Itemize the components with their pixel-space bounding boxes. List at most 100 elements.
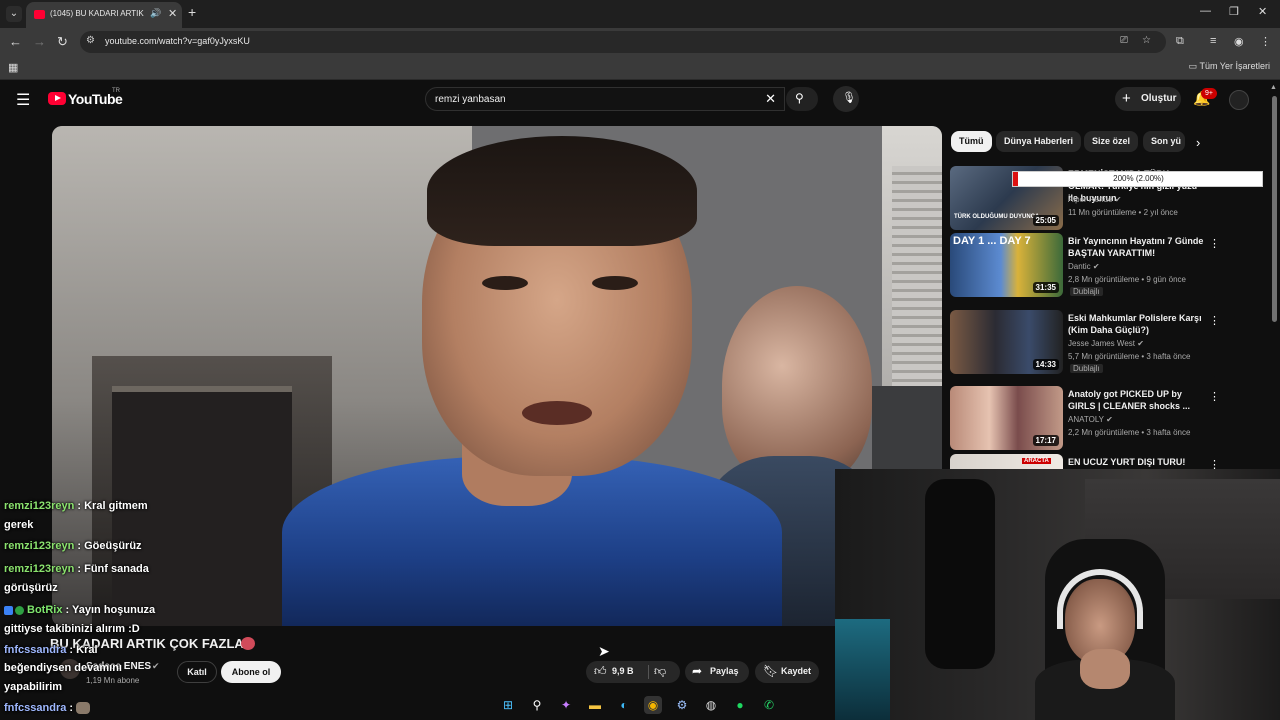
subscribe-button[interactable]: Abone ol — [221, 661, 281, 683]
share-button[interactable]: ➦ Paylaş — [685, 661, 749, 683]
all-bookmarks[interactable]: ▭ Tüm Yer İşaretleri — [1189, 61, 1270, 72]
thumbs-down-icon[interactable]: 👎︎ — [654, 664, 666, 679]
chat-message: remzi123reyn : Fünf sanada — [4, 563, 149, 575]
chat-username: remzi123reyn — [4, 500, 75, 512]
obs-icon[interactable]: ◍ — [702, 696, 720, 714]
recommendation-item[interactable]: 14:33 Eski Mahkumlar Polislere Karşı (Ki… — [950, 310, 1270, 376]
recommendation-channel[interactable]: Jesse James West ✔ — [1068, 339, 1144, 348]
hamburger-menu-icon[interactable]: ☰ — [16, 90, 30, 110]
recommendation-item[interactable]: 17:17 Anatoly got PICKED UP by GIRLS | C… — [950, 386, 1270, 452]
cast-icon[interactable]: ⎚ — [1120, 35, 1128, 46]
bookmark-star-icon[interactable]: ☆ — [1142, 35, 1151, 46]
video-player[interactable] — [52, 126, 942, 626]
address-bar[interactable]: ⚙ youtube.com/watch?v=gaf0yJyxsKU ⎚ ☆ — [80, 31, 1166, 53]
video-thumbnail[interactable]: 17:17 — [950, 386, 1063, 450]
spotify-icon[interactable]: ● — [731, 696, 749, 714]
tab-title: (1045) BU KADARI ARTIK ÇOK FAZLA! — [50, 9, 146, 18]
mouse-cursor-icon: ➤ — [598, 643, 610, 659]
restore-icon[interactable]: ❐ — [1229, 5, 1239, 18]
join-button[interactable]: Katıl — [177, 661, 217, 683]
voice-search-button[interactable]: 🎙 — [833, 86, 859, 112]
recommendation-item[interactable]: ARACTA EN UCUZ YURT DIŞI TURU! ⋮ — [950, 454, 1270, 470]
clear-search-icon[interactable]: ✕ — [765, 91, 776, 107]
chat-message-cont: beğendiysen devamını — [4, 662, 122, 674]
forward-icon[interactable]: → — [33, 34, 46, 49]
chat-username: BotRix — [27, 604, 63, 616]
taskbar-search-icon[interactable]: ⚲ — [528, 696, 546, 714]
chip-all[interactable]: Tümü — [951, 131, 992, 152]
search-input[interactable]: remzi yanbasan ✕ — [425, 87, 785, 111]
minimize-icon[interactable]: — — [1200, 5, 1211, 17]
new-tab-icon[interactable]: + — [188, 4, 196, 20]
video-thumbnail[interactable]: 14:33 — [950, 310, 1063, 374]
dubbed-badge: Dublajlı — [1070, 287, 1103, 296]
site-info-icon[interactable]: ⚙ — [86, 35, 95, 46]
chip-recent[interactable]: Son yü — [1143, 131, 1185, 152]
windows-start-icon[interactable]: ⊞ — [499, 696, 517, 714]
copilot-icon[interactable]: ✦ — [557, 696, 575, 714]
channel-name-text: Dantic — [1068, 262, 1091, 271]
account-avatar[interactable] — [1229, 90, 1249, 110]
browser-tab[interactable]: (1045) BU KADARI ARTIK ÇOK FAZLA! 🔊 ✕ — [26, 2, 182, 28]
channel-name-text: Alper Rende — [1068, 195, 1113, 204]
chevron-right-icon[interactable]: › — [1196, 135, 1200, 150]
back-icon[interactable]: ← — [9, 34, 22, 49]
menu-dots-icon[interactable]: ⋮ — [1260, 35, 1271, 48]
share-arrow-icon: ➦ — [692, 664, 703, 678]
chip-world-news[interactable]: Dünya Haberleri — [996, 131, 1082, 152]
steam-icon[interactable]: ⚙ — [673, 696, 691, 714]
chat-username: fnfcssandra — [4, 644, 67, 656]
chip-for-you[interactable]: Size özel — [1084, 131, 1139, 152]
more-options-icon[interactable]: ⋮ — [1209, 314, 1220, 327]
like-count[interactable]: 9,9 B — [612, 666, 634, 676]
chat-text: : Kral — [69, 644, 98, 656]
video-subject-hair — [427, 136, 697, 246]
scroll-up-icon[interactable]: ▲ — [1270, 84, 1277, 91]
thumbs-up-icon[interactable]: 👍︎ — [594, 664, 607, 679]
close-tab-icon[interactable]: ✕ — [168, 7, 177, 20]
chat-username: remzi123reyn — [4, 540, 75, 552]
recommendation-channel[interactable]: ANATOLY ✔ — [1068, 415, 1113, 424]
extensions-icon[interactable]: ⧉ — [1176, 35, 1184, 48]
more-options-icon[interactable]: ⋮ — [1209, 390, 1220, 403]
media-controls-icon[interactable]: ≡ — [1210, 35, 1216, 47]
search-button[interactable]: ⚲ — [786, 87, 818, 111]
channel-name-text: Jesse James West — [1068, 339, 1135, 348]
recommendation-title[interactable]: Anatoly got PICKED UP by GIRLS | CLEANER… — [1068, 388, 1206, 412]
more-options-icon[interactable]: ⋮ — [1209, 237, 1220, 250]
file-explorer-icon[interactable]: ▬ — [586, 696, 604, 714]
speaker-icon[interactable]: 🔊 — [150, 8, 161, 19]
webcam-overlay — [835, 469, 1280, 720]
chat-message: remzi123reyn : Göeüşürüz — [4, 540, 142, 552]
window-close-icon[interactable]: ✕ — [1258, 5, 1267, 18]
tab-search-icon[interactable]: ⌄ — [6, 6, 22, 22]
chrome-icon[interactable]: ◉ — [644, 696, 662, 714]
video-thumbnail[interactable]: ARACTA — [950, 454, 1063, 470]
reload-icon[interactable]: ↻ — [57, 34, 68, 50]
save-button[interactable]: 🔖︎ Kaydet — [755, 661, 819, 683]
chat-username: fnfcssandra — [4, 702, 67, 714]
emoji-icon — [241, 637, 255, 650]
plus-icon: + — [1122, 90, 1131, 107]
recommendation-channel[interactable]: Dantic ✔ — [1068, 262, 1100, 271]
recommendation-channel[interactable]: Alper Rende ✔ — [1068, 195, 1121, 204]
search-icon: ⚲ — [795, 91, 804, 105]
recommendation-title[interactable]: EN UCUZ YURT DIŞI TURU! — [1068, 456, 1206, 468]
share-label: Paylaş — [710, 666, 739, 676]
recommendation-item[interactable]: DAY 1 ... DAY 7 31:35 Bir Yayıncının Hay… — [950, 233, 1270, 299]
whatsapp-icon[interactable]: ✆ — [760, 696, 778, 714]
country-code: TR — [112, 88, 120, 94]
profile-icon[interactable]: ◉ — [1234, 35, 1244, 48]
recommendation-title[interactable]: Eski Mahkumlar Polislere Karşı (Kim Daha… — [1068, 312, 1206, 336]
folder-icon: ▭ — [1188, 61, 1200, 71]
video-bg-ac-unit — [892, 166, 942, 396]
chat-message: BotRix : Yayın hoşunuza — [4, 604, 155, 616]
scrollbar-thumb[interactable] — [1272, 96, 1277, 322]
bookmarks-bar: ▦ ▭ Tüm Yer İşaretleri — [0, 56, 1280, 80]
video-thumbnail[interactable]: DAY 1 ... DAY 7 31:35 — [950, 233, 1063, 297]
chat-message-cont: yapabilirim — [4, 681, 63, 693]
edge-icon[interactable]: ◐ — [615, 696, 633, 714]
create-button[interactable]: + Oluştur — [1115, 87, 1181, 111]
apps-grid-icon[interactable]: ▦ — [8, 61, 18, 74]
recommendation-title[interactable]: Bir Yayıncının Hayatını 7 Günde BAŞTAN Y… — [1068, 235, 1206, 259]
